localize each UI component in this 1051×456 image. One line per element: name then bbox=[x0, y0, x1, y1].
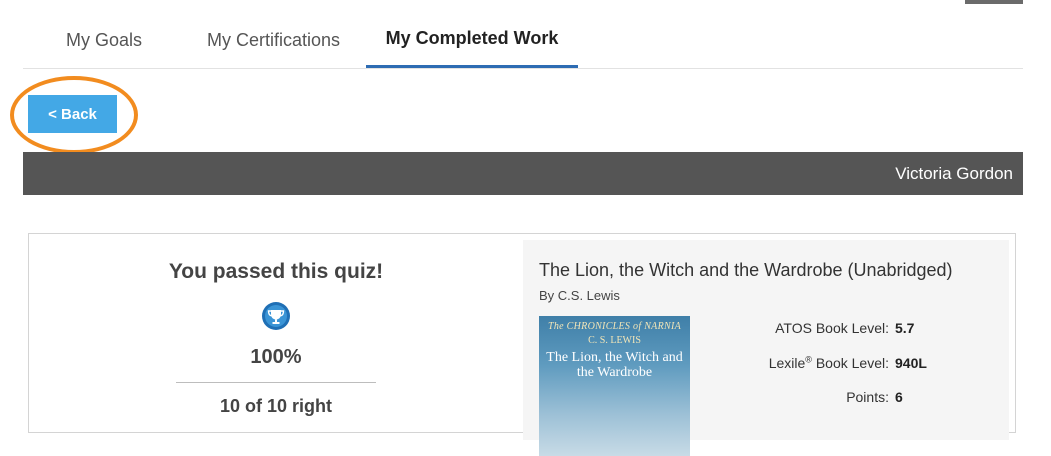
stat-lexile-label-suffix: Book Level: bbox=[811, 355, 889, 371]
stat-atos-value: 5.7 bbox=[895, 320, 915, 336]
registered-mark: ® bbox=[805, 354, 812, 365]
back-button-area: < Back bbox=[10, 76, 138, 154]
quiz-score: 100% bbox=[250, 346, 302, 368]
tab-bar: My Goals My Certifications My Completed … bbox=[23, 0, 1023, 69]
trophy-icon bbox=[262, 302, 290, 330]
quiz-result-title: You passed this quiz! bbox=[168, 260, 384, 283]
user-bar: Victoria Gordon bbox=[23, 152, 1023, 195]
tab-my-completed-work-label: My Completed Work bbox=[385, 28, 559, 48]
back-button[interactable]: < Back bbox=[28, 95, 117, 133]
tab-my-completed-work[interactable]: My Completed Work bbox=[366, 28, 578, 49]
stat-lexile-label-name: Lexile bbox=[768, 355, 806, 371]
book-title: The Lion, the Witch and the Wardrobe (Un… bbox=[539, 260, 953, 280]
stat-lexile-label: Lexile® Book Level: bbox=[769, 355, 889, 371]
tab-my-goals[interactable]: My Goals bbox=[66, 30, 142, 51]
book-info: The Lion, the Witch and the Wardrobe (Un… bbox=[523, 240, 1009, 456]
user-name: Victoria Gordon bbox=[895, 164, 1013, 183]
cover-series-text: The CHRONICLES of NARNIA bbox=[547, 321, 682, 332]
tab-my-certifications[interactable]: My Certifications bbox=[207, 30, 340, 51]
stat-lexile-value: 940L bbox=[895, 355, 927, 371]
active-tab-indicator bbox=[366, 65, 578, 68]
stat-atos-label: ATOS Book Level: bbox=[775, 320, 889, 336]
quiz-result: You passed this quiz! 100% 10 of 10 righ… bbox=[29, 234, 523, 434]
stat-points-value: 6 bbox=[895, 389, 903, 405]
book-author: By C.S. Lewis bbox=[539, 288, 620, 303]
cover-author-text: C. S. LEWIS bbox=[588, 335, 641, 346]
cover-title-text: The Lion, the Witch and the Wardrobe bbox=[546, 350, 683, 380]
stat-points-label: Points: bbox=[846, 389, 889, 405]
book-cover-image: The CHRONICLES of NARNIA C. S. LEWIS The… bbox=[539, 316, 690, 456]
completed-work-panel: You passed this quiz! 100% 10 of 10 righ… bbox=[28, 233, 1016, 456]
divider bbox=[176, 382, 376, 383]
